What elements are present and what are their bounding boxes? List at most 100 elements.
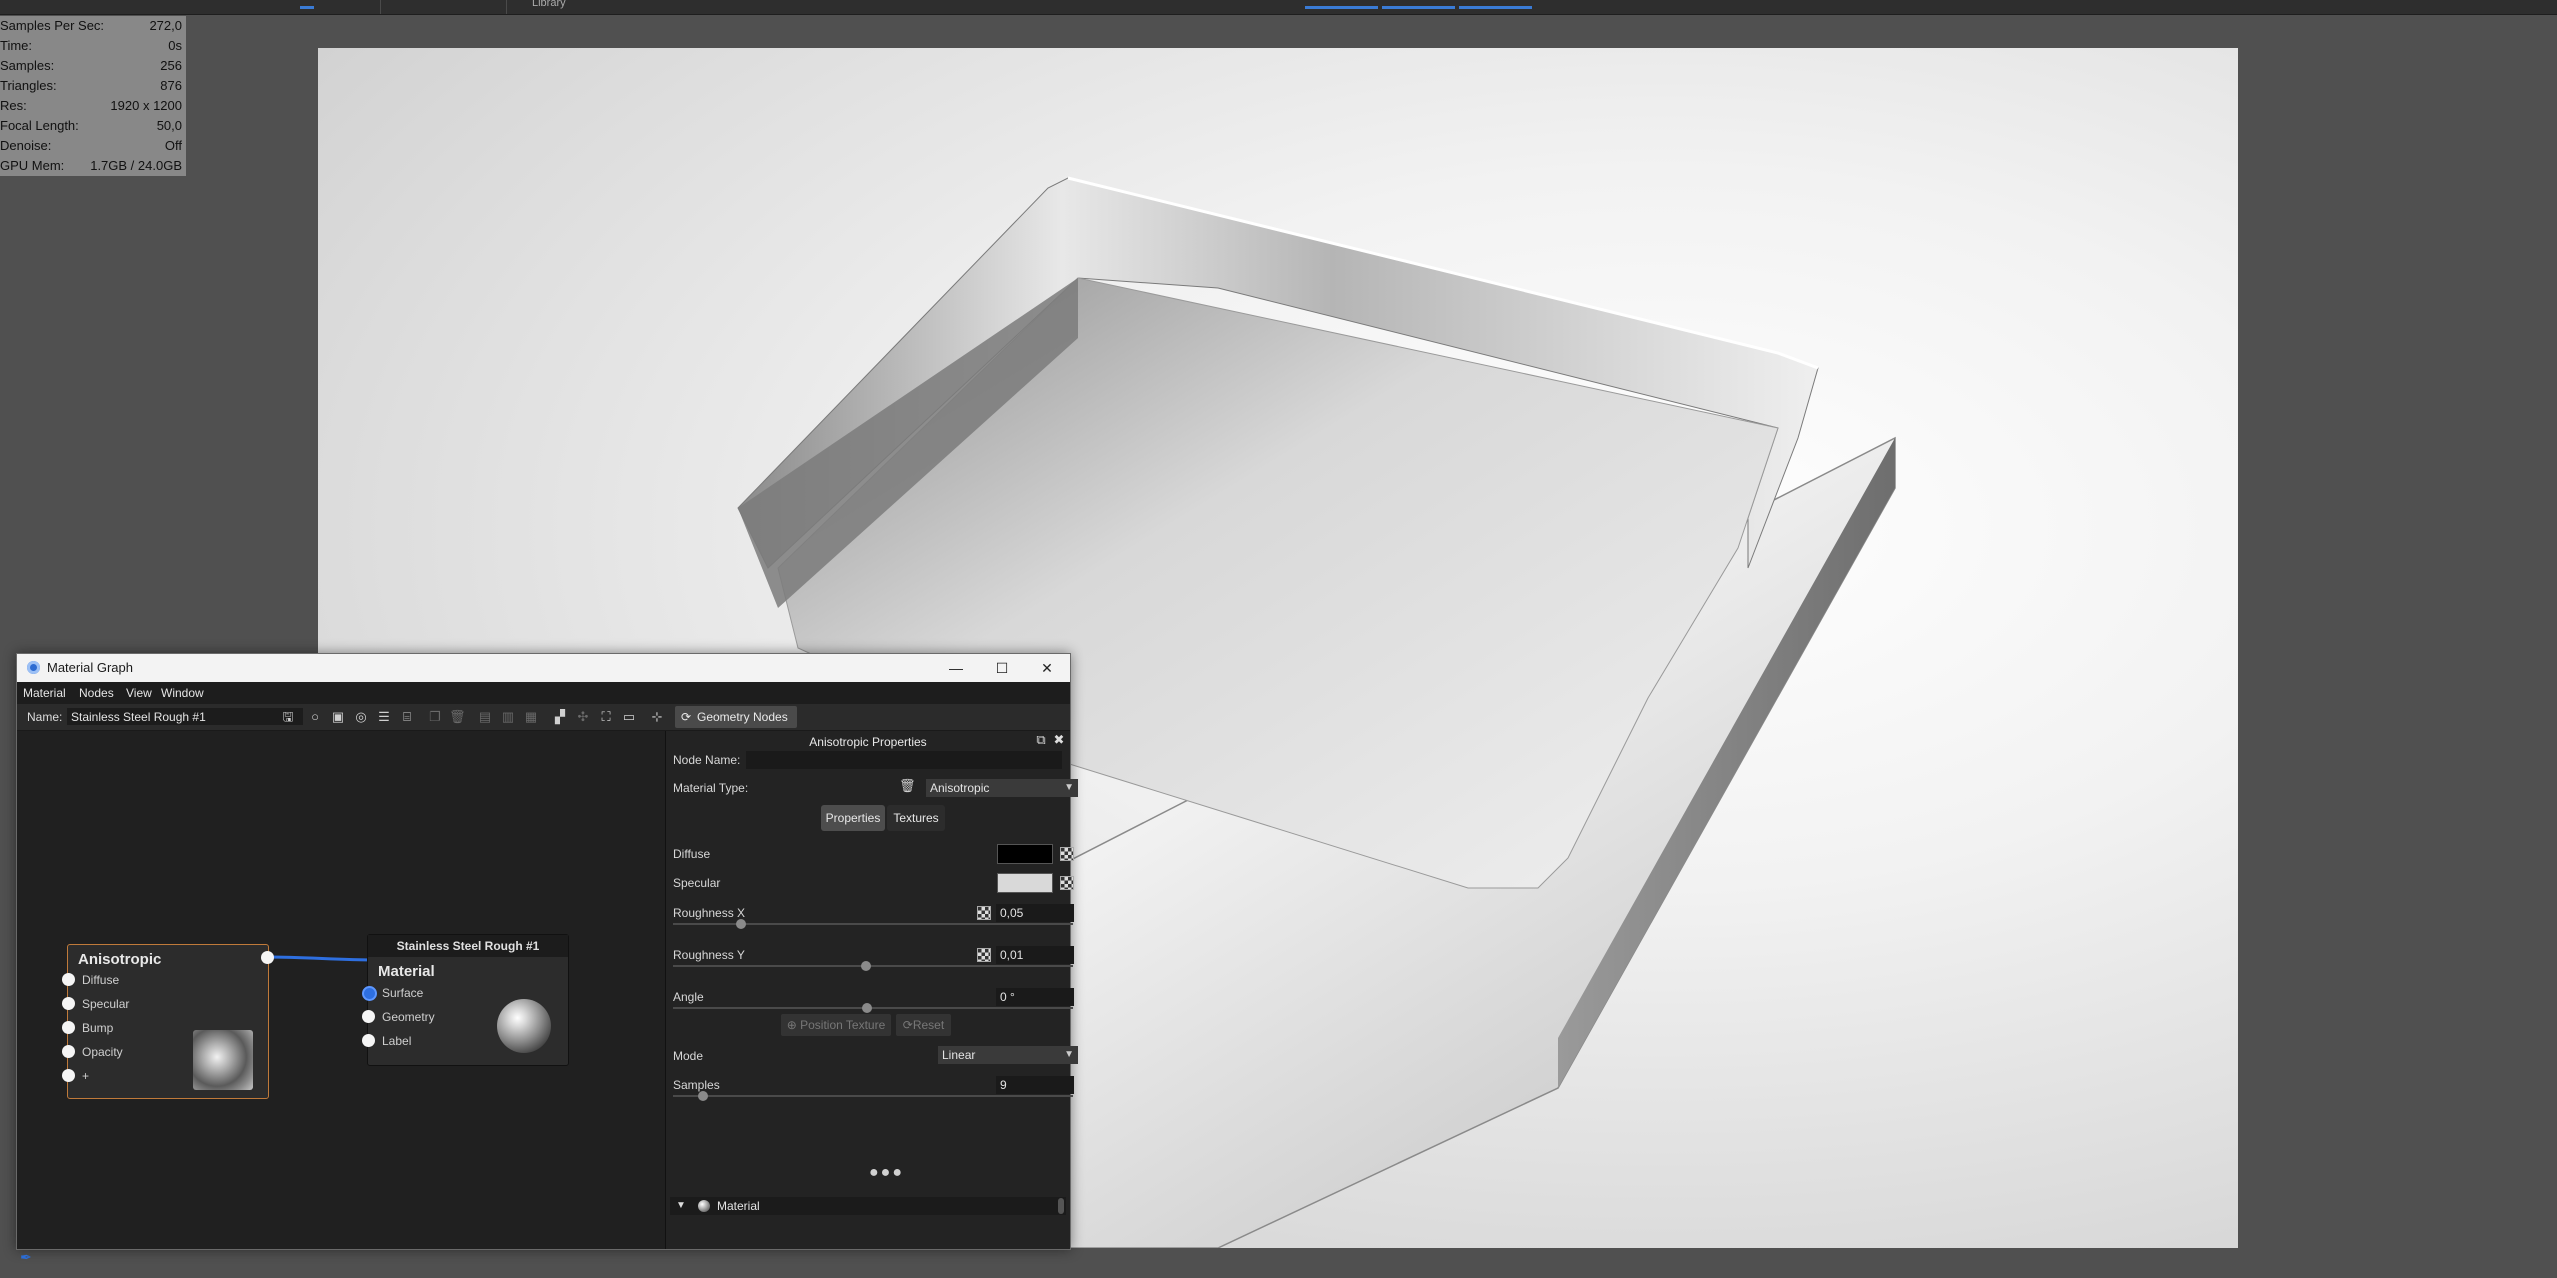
stat-key: Samples Per Sec: [0, 18, 105, 33]
diffuse-socket[interactable] [62, 973, 75, 986]
tab-properties[interactable]: Properties [821, 805, 885, 831]
close-icon[interactable]: ✖ [1052, 733, 1066, 747]
material-graph-window[interactable]: Material Graph — ☐ ✕ Material Nodes View… [16, 653, 1078, 1250]
window-titlebar[interactable]: Material Graph — ☐ ✕ [17, 654, 1070, 682]
stat-key: Time: [0, 38, 33, 53]
reset-label: Reset [912, 1018, 945, 1032]
angle-label: Angle [673, 990, 704, 1004]
add-input-socket[interactable] [62, 1069, 75, 1082]
link-icon[interactable]: ▦ [523, 709, 539, 725]
material-type-select[interactable]: Anisotropic ▼ [926, 779, 1078, 797]
roughness-y-knob[interactable] [861, 961, 871, 971]
material-output-node[interactable]: Stainless Steel Rough #1 Material Surfac… [362, 934, 569, 1066]
texture-toggle-icon[interactable] [977, 906, 991, 920]
menu-nodes[interactable]: Nodes [79, 686, 114, 700]
frame-icon[interactable]: ⛶ [598, 709, 614, 725]
specular-color-swatch[interactable] [997, 873, 1053, 893]
remove-node-icon[interactable]: ▥ [500, 709, 516, 725]
close-button[interactable]: ✕ [1024, 654, 1070, 682]
stat-row: Samples Per Sec: 272,0 [0, 16, 184, 36]
texture-toggle-icon[interactable] [977, 948, 991, 962]
more-options-icon[interactable]: ●●● [869, 1164, 904, 1182]
material-type-value: Anisotropic [930, 781, 990, 795]
specular-label: Specular [673, 876, 721, 890]
scrollbar[interactable] [1058, 1198, 1064, 1214]
stat-key: Triangles: [0, 78, 57, 93]
node-title: Material [378, 963, 435, 980]
geometry-nodes-label: Geometry Nodes [697, 710, 788, 724]
material-preview-sphere [497, 999, 551, 1053]
reset-button[interactable]: ⟳Reset [896, 1014, 951, 1036]
mode-label: Mode [673, 1049, 704, 1063]
material-type-label: Material Type: [673, 781, 749, 795]
add-node-icon[interactable]: ▤ [477, 709, 493, 725]
mode-value: Linear [942, 1048, 976, 1062]
undock-icon[interactable]: ⧉ [1034, 733, 1048, 747]
opacity-socket[interactable] [62, 1045, 75, 1058]
surface-socket[interactable] [362, 986, 377, 1001]
samples-slider[interactable] [673, 1095, 1073, 1097]
samples-input[interactable]: 9 [996, 1076, 1074, 1094]
refresh-icon: ⟳ [681, 710, 692, 724]
align-icon[interactable]: ✣ [575, 709, 591, 725]
trash-icon[interactable]: 🗑 [899, 778, 916, 794]
samples-knob[interactable] [698, 1091, 708, 1101]
delete-icon[interactable]: 🗑 [449, 709, 466, 725]
roughness-y-slider[interactable] [673, 965, 1073, 967]
stat-key: Res: [0, 98, 27, 113]
angle-knob[interactable] [862, 1003, 872, 1013]
menu-material[interactable]: Material [23, 686, 66, 700]
save-icon[interactable]: 🖫 [280, 709, 296, 725]
label-socket[interactable] [362, 1034, 375, 1047]
node-link[interactable] [266, 955, 377, 962]
connect-icon[interactable]: ⊹ [649, 709, 665, 725]
anisotropic-node[interactable]: Anisotropic Diffuse Specular Bump Opacit… [62, 944, 274, 1099]
stat-key: Samples: [0, 58, 55, 73]
bump-socket[interactable] [62, 1021, 75, 1034]
geometry-socket[interactable] [362, 1010, 375, 1023]
node-name-input[interactable] [746, 751, 1062, 769]
sphere-preview-icon[interactable]: ○ [307, 709, 323, 725]
material-name-input[interactable] [67, 708, 303, 725]
library-tab[interactable]: Library [532, 0, 566, 9]
stat-row: Time: 0s [0, 36, 184, 56]
texture-toggle-icon[interactable] [1060, 876, 1074, 890]
stat-value: 50,0 [156, 118, 182, 133]
properties-panel: Anisotropic Properties ⧉ ✖ Node Name: Ma… [666, 731, 1078, 1249]
stat-key: Denoise: [0, 138, 52, 153]
angle-slider[interactable] [673, 1007, 1073, 1009]
material-section-header[interactable]: ▼ Material [670, 1197, 1066, 1215]
maximize-button[interactable]: ☐ [979, 654, 1025, 682]
sliders-icon[interactable]: ☰ [376, 709, 392, 725]
roughness-x-input[interactable]: 0,05 [996, 904, 1074, 922]
roughness-y-input[interactable]: 0,01 [996, 946, 1074, 964]
grid-icon[interactable]: ⌸ [399, 709, 415, 725]
geometry-nodes-button[interactable]: ⟳ Geometry Nodes [675, 706, 797, 728]
duplicate-icon[interactable]: ❐ [427, 709, 443, 725]
fit-icon[interactable]: ▭ [621, 709, 637, 725]
status-wand-icon[interactable]: ✒ [20, 1249, 38, 1267]
specular-socket[interactable] [62, 997, 75, 1010]
roughness-x-knob[interactable] [736, 919, 746, 929]
texture-icon[interactable]: ▣ [330, 709, 346, 725]
roughness-x-slider[interactable] [673, 923, 1073, 925]
diffuse-color-swatch[interactable] [997, 844, 1053, 864]
stat-value: 1920 x 1200 [110, 98, 182, 113]
socket-label: Specular [82, 997, 130, 1011]
node-name-label: Node Name: [673, 753, 741, 767]
mode-select[interactable]: Linear ▼ [938, 1046, 1078, 1064]
menu-window[interactable]: Window [161, 686, 204, 700]
menu-view[interactable]: View [126, 686, 152, 700]
target-icon[interactable]: ◎ [353, 709, 369, 725]
texture-toggle-icon[interactable] [1060, 847, 1074, 861]
socket-label: Surface [382, 986, 424, 1000]
layout-icon[interactable]: ▞ [552, 709, 568, 725]
material-section-label: Material [717, 1199, 760, 1213]
position-texture-button[interactable]: ⊕ Position Texture [781, 1014, 891, 1036]
angle-input[interactable]: 0 ° [996, 988, 1074, 1006]
tab-textures[interactable]: Textures [887, 805, 945, 831]
node-graph-canvas[interactable]: Anisotropic Diffuse Specular Bump Opacit… [17, 731, 666, 1249]
chevron-down-icon[interactable]: ▼ [676, 1197, 686, 1215]
output-socket[interactable] [261, 951, 274, 964]
minimize-button[interactable]: — [933, 654, 979, 682]
